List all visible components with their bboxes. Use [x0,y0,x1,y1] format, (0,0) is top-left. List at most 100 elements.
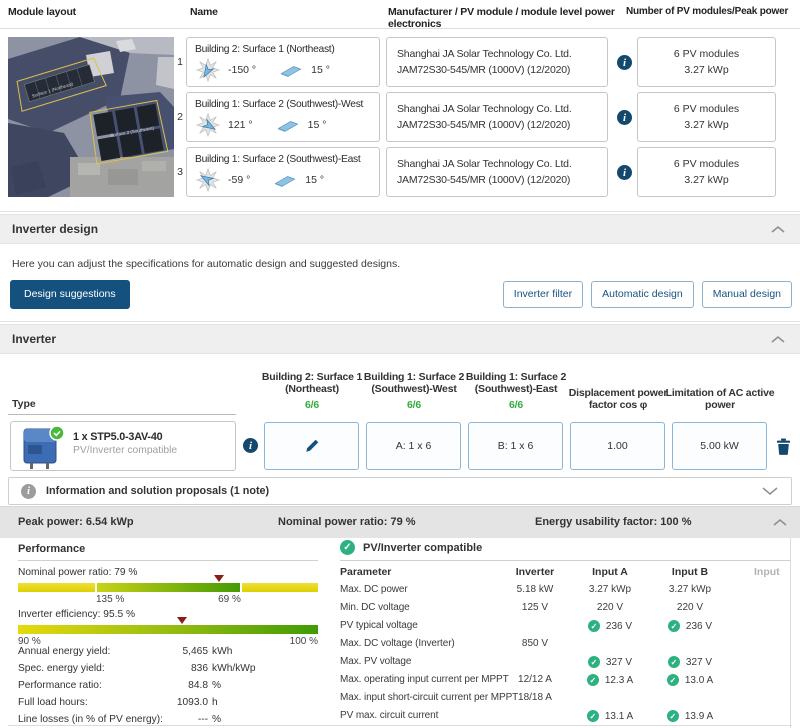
header-input-b: Input B [671,566,709,578]
check-icon [666,674,679,686]
input-a-value: 13.1 A [604,710,634,722]
input-b-value: 327 V [685,656,713,668]
automatic-design-button[interactable]: Automatic design [591,281,694,308]
pv-module-card[interactable]: Shanghai JA Solar Technology Co. Ltd. JA… [386,37,608,87]
collapse-chevron-up-icon[interactable] [770,225,786,234]
expand-chevron-down-icon[interactable] [761,486,779,496]
ac-power-limit-field[interactable]: 5.00 kW [672,422,767,470]
inverter-value: 18/18 A [518,692,552,703]
type-header-underline [8,414,236,415]
check-icon [586,710,599,722]
stat-unit: % [212,680,222,691]
stat-label: Full load hours: [18,697,88,708]
inverter-header[interactable]: Inverter [0,324,800,354]
surface-name-card[interactable]: Building 1: Surface 2 (Southwest)-West 1… [186,92,380,142]
string-config-b[interactable]: B: 1 x 6 [468,422,563,470]
input-b-value: 3.27 kWp [668,584,712,595]
module-layout-map[interactable]: Surface 1 (Northeast) Surface 2 (Southwe… [8,37,174,197]
performance-panel-title: Performance [18,543,86,555]
inverter-info-icon[interactable]: i [243,438,258,453]
information-proposals-row[interactable]: i Information and solution proposals (1 … [8,477,792,505]
module-info-icon[interactable]: i [617,110,632,125]
stat-row: Spec. energy yield: 836 kWh/kWp [18,663,328,680]
peak-power: 3.27 kWp [684,119,729,131]
module-count-card[interactable]: 6 PV modules 3.27 kWp [637,147,776,197]
check-icon [586,674,599,686]
surface-name-card[interactable]: Building 1: Surface 2 (Southwest)-East -… [186,147,380,197]
edit-inverter-button[interactable] [264,422,359,470]
input-b-value: 236 V [685,620,713,632]
parameter-name: Max. PV voltage [340,656,412,667]
input-a-value: 12.3 A [604,674,634,686]
ac-limit-column-label: Limitation of AC active power [665,387,775,411]
stat-unit: % [212,714,222,725]
manufacturer-name: Shanghai JA Solar Technology Co. Ltd. [397,48,572,60]
stat-unit: h [212,697,218,708]
inverter-device-icon [23,425,65,469]
cos-phi-field[interactable]: 1.00 [570,422,665,470]
collapse-chevron-up-icon[interactable] [770,335,786,344]
row-index: 3 [177,166,183,178]
row-index: 2 [177,111,183,123]
module-model: JAM72S30-545/MR (1000V) (12/2020) [397,119,571,131]
azimuth-value: 121 ° [228,119,253,131]
azimuth-value: -59 ° [228,174,251,186]
module-model: JAM72S30-545/MR (1000V) (12/2020) [397,174,571,186]
stat-value: 5,465 [182,646,209,657]
inverter-design-header[interactable]: Inverter design [0,214,800,244]
input-b-value: 13.9 A [684,710,714,722]
compatibility-check-icon [340,540,355,555]
module-count-card[interactable]: 6 PV modules 3.27 kWp [637,37,776,87]
manual-design-button[interactable]: Manual design [701,281,792,308]
stat-label: Annual energy yield: [18,646,111,657]
string-b-value: B: 1 x 6 [497,440,534,452]
manufacturer-name: Shanghai JA Solar Technology Co. Ltd. [397,103,572,115]
inverter-filter-button[interactable]: Inverter filter [502,281,584,308]
stat-label: Spec. energy yield: [18,663,105,674]
peak-power-summary: Peak power: 6.54 kWp [18,516,134,528]
type-column-header: Type [12,398,36,410]
nominal-power-ratio-label: Nominal power ratio: 79 % [18,567,138,578]
module-info-icon[interactable]: i [617,55,632,70]
panel-right-border [790,538,791,728]
inverter-title: Inverter [12,332,57,346]
input-a-value: 327 V [605,656,633,668]
column-header-module-layout: Module layout [8,6,76,18]
collapse-chevron-up-icon[interactable] [772,518,788,527]
inverter-design-title: Inverter design [12,222,99,236]
compat-row: Max. DC power 5.18 kW 3.27 kWp 3.27 kWp [340,584,790,602]
information-proposals-label: Information and solution proposals (1 no… [46,485,270,497]
compat-row: Max. DC voltage (Inverter) 850 V [340,638,790,656]
module-count-card[interactable]: 6 PV modules 3.27 kWp [637,92,776,142]
compat-row: PV typical voltage 236 V 236 V [340,620,790,638]
inverter-type-card[interactable]: 1 x STP5.0-3AV-40 PV/Inverter compatible [10,421,236,471]
row-index: 1 [177,56,183,68]
gauge-tick-135: 135 % [96,594,125,605]
string-a-value: A: 1 x 6 [395,440,432,452]
stat-value: 84.8 [188,680,208,691]
delete-inverter-button[interactable] [776,438,791,460]
check-icon [587,656,600,668]
tilt-value: 15 ° [311,64,330,76]
manufacturer-name: Shanghai JA Solar Technology Co. Ltd. [397,158,572,170]
header-input-c: Input C [754,566,780,580]
column-header-count: Number of PV modules/Peak power [626,6,789,17]
inverter-efficiency-label: Inverter efficiency: 95.5 % [18,609,136,620]
check-icon [666,710,679,722]
pv-module-card[interactable]: Shanghai JA Solar Technology Co. Ltd. JA… [386,147,608,197]
module-count: 6 PV modules [673,48,740,60]
column-header-ac-limit: Limitation of AC active power [658,365,782,411]
check-icon [667,656,680,668]
tilt-icon [274,176,296,187]
module-info-icon[interactable]: i [617,165,632,180]
design-suggestions-button[interactable]: Design suggestions [10,280,130,309]
inverter-value: 850 V [521,638,549,649]
gauge-marker [177,617,188,624]
input-a-value: 236 V [605,620,633,632]
pv-module-card[interactable]: Shanghai JA Solar Technology Co. Ltd. JA… [386,92,608,142]
surface-name-card[interactable]: Building 2: Surface 1 (Northeast) -150 °… [186,37,380,87]
results-summary-bar[interactable]: Peak power: 6.54 kWp Nominal power ratio… [0,506,800,538]
nominal-power-ratio-gauge: 135 % 69 % [18,575,318,605]
string-config-a[interactable]: A: 1 x 6 [366,422,461,470]
module-count: 6 PV modules [673,103,740,115]
